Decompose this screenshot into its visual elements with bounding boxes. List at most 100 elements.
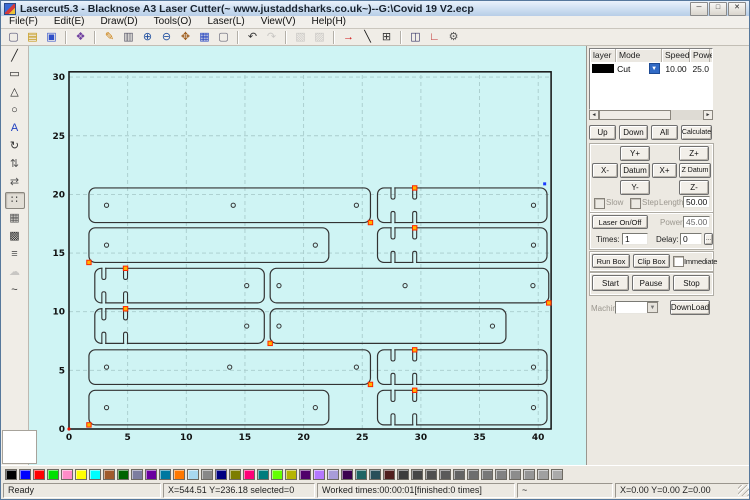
step-checkbox[interactable] [630,198,641,209]
palette-color[interactable] [159,469,171,480]
palette-color[interactable] [103,469,115,480]
cut-part[interactable] [89,188,373,225]
layer-table[interactable]: layerModeSpeedPower Cut ▼ 10.00 25.0 [589,48,713,110]
cut-part[interactable] [377,348,546,385]
up-button[interactable]: Up [589,125,616,140]
calculate-button[interactable]: Calculate [681,125,712,140]
palette-color[interactable] [5,469,17,480]
run-box-button[interactable]: Run Box [592,254,630,268]
zoom-page-icon[interactable]: ▥ [119,29,138,46]
palette-color[interactable] [397,469,409,480]
new-icon[interactable]: ▢ [4,29,23,46]
delay-field[interactable] [680,233,702,245]
cut-part[interactable] [377,226,546,263]
group-tool-icon[interactable]: ≡ [5,246,25,263]
palette-color[interactable] [495,469,507,480]
palette-color[interactable] [117,469,129,480]
frame-icon[interactable]: ▢ [214,29,233,46]
cut-line-icon[interactable]: ╲ [358,29,377,46]
stop-button[interactable]: Stop [673,275,710,291]
menu-view[interactable]: View(V) [253,16,304,28]
datum-button[interactable]: Datum [620,163,650,178]
cut-part[interactable] [87,228,329,265]
palette-color[interactable] [47,469,59,480]
preview-icon[interactable]: ◫ [406,29,425,46]
array-copy-tool-icon[interactable]: ▦ [5,210,25,227]
output-icon[interactable]: ❖ [71,29,90,46]
fill-blue-icon[interactable]: ▦ [195,29,214,46]
palette-color[interactable] [285,469,297,480]
drawing-canvas[interactable]: 0510152025303540051015202530 [29,46,586,465]
mirror-horizontal-tool-icon[interactable]: ⇄ [5,174,25,191]
zoom-in-icon[interactable]: ⊕ [138,29,157,46]
palette-color[interactable] [271,469,283,480]
machine-dropdown-icon[interactable]: ▼ [647,302,658,313]
z-datum-button[interactable]: Z Datum [679,163,711,178]
palette-color[interactable] [425,469,437,480]
edit-pencil-icon[interactable]: ✎ [100,29,119,46]
mode-dropdown-icon[interactable]: ▼ [649,63,660,74]
z-plus-button[interactable]: Z+ [679,146,709,161]
cut-part[interactable] [270,268,551,305]
scroll-left-icon[interactable]: ◄ [589,110,599,120]
palette-color[interactable] [243,469,255,480]
layer-row[interactable]: Cut ▼ 10.00 25.0 [590,62,712,75]
x-minus-button[interactable]: X- [592,163,618,178]
all-button[interactable]: All [651,125,678,140]
undo-icon[interactable]: ↶ [243,29,262,46]
menu-draw[interactable]: Draw(D) [92,16,145,28]
length-field[interactable] [683,196,710,208]
title-bar[interactable]: Lasercut5.3 - Blacknose A3 Laser Cutter(… [1,1,749,16]
cut-part[interactable] [89,350,373,387]
menu-file[interactable]: File(F) [1,16,46,28]
scrollbar-thumb[interactable] [599,110,671,120]
palette-color[interactable] [187,469,199,480]
slow-checkbox[interactable] [594,198,605,209]
clip-box-button[interactable]: Clip Box [633,254,670,268]
cut-part[interactable] [95,266,264,303]
spline-tool-icon[interactable]: ~ [5,282,25,299]
palette-color[interactable] [509,469,521,480]
rotate-tool-icon[interactable]: ↻ [5,138,25,155]
mirror-vertical-tool-icon[interactable]: ⇅ [5,156,25,173]
palette-color[interactable] [327,469,339,480]
down-button[interactable]: Down [619,125,648,140]
palette-color[interactable] [313,469,325,480]
z-minus-button[interactable]: Z- [679,180,709,195]
maximize-button[interactable]: □ [709,2,727,16]
simulate-icon[interactable]: ⚙ [444,29,463,46]
close-button[interactable]: ✕ [728,2,746,16]
array-output-icon[interactable]: ⊞ [377,29,396,46]
open-icon[interactable]: ▤ [23,29,42,46]
palette-color[interactable] [299,469,311,480]
download-button[interactable]: DownLoad [670,300,710,315]
x-plus-button[interactable]: X+ [652,163,677,178]
pause-button[interactable]: Pause [632,275,670,291]
palette-color[interactable] [173,469,185,480]
minimize-button[interactable]: ─ [690,2,708,16]
palette-color[interactable] [467,469,479,480]
palette-color[interactable] [75,469,87,480]
layer-table-scrollbar[interactable]: ◄ ► [589,110,713,120]
line-tool-icon[interactable]: ╱ [5,48,25,65]
machine-combo[interactable]: ▼ [615,301,659,314]
palette-color[interactable] [61,469,73,480]
palette-color[interactable] [537,469,549,480]
y-plus-button[interactable]: Y+ [620,146,650,161]
palette-color[interactable] [551,469,563,480]
menu-laser[interactable]: Laser(L) [199,16,252,28]
palette-color[interactable] [131,469,143,480]
polygon-tool-icon[interactable]: △ [5,84,25,101]
start-button[interactable]: Start [592,275,629,291]
laser-on-off-button[interactable]: Laser On/Off [592,215,648,229]
hatch-tool-icon[interactable]: ▩ [5,228,25,245]
rectangle-tool-icon[interactable]: ▭ [5,66,25,83]
pan-icon[interactable]: ✥ [176,29,195,46]
palette-color[interactable] [411,469,423,480]
palette-color[interactable] [89,469,101,480]
palette-color[interactable] [341,469,353,480]
measure-icon[interactable]: ∟ [425,29,444,46]
resize-grip[interactable] [738,485,749,496]
palette-color[interactable] [481,469,493,480]
palette-color[interactable] [257,469,269,480]
